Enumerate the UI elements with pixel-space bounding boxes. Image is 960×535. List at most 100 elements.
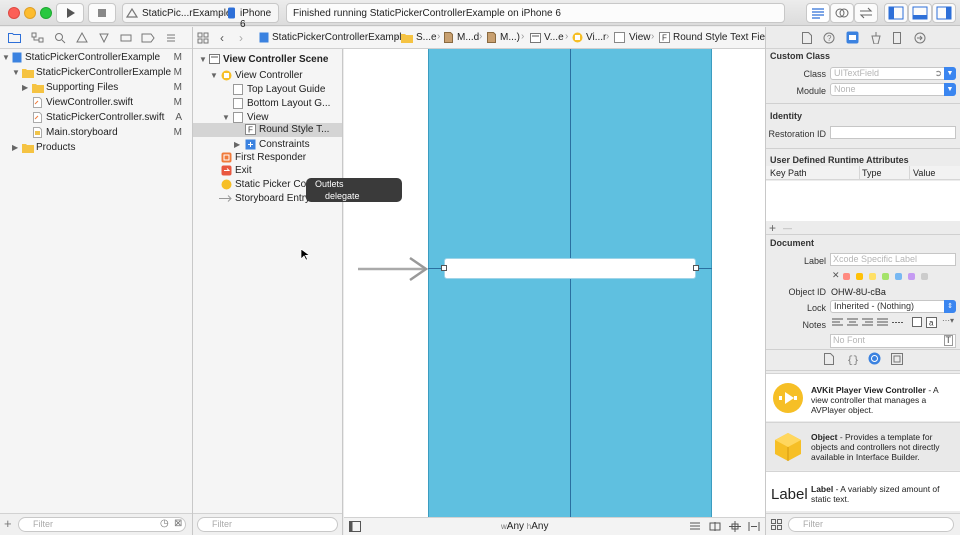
file-template-icon[interactable]: [824, 353, 834, 365]
jump-item-text-field[interactable]: Round Style Text Field: [673, 32, 765, 43]
outline-item-bottom-layout-guide[interactable]: Bottom Layout G...: [193, 96, 342, 111]
color-swatch-gray[interactable]: [921, 273, 928, 280]
color-swatch-orange[interactable]: [856, 273, 863, 280]
jump-item-base[interactable]: M...): [500, 32, 520, 43]
back-icon[interactable]: ‹: [220, 31, 224, 45]
toggle-utilities-button[interactable]: [932, 3, 956, 23]
text-style-icon[interactable]: a: [926, 317, 937, 328]
checkbox-icon[interactable]: [912, 317, 922, 327]
debug-navigator-icon[interactable]: [120, 32, 132, 44]
connections-inspector-icon[interactable]: [914, 32, 926, 44]
col-key-path[interactable]: Key Path: [770, 168, 807, 178]
jump-item-scene[interactable]: V...e: [544, 32, 564, 43]
toggle-outline-icon[interactable]: [349, 521, 361, 532]
find-navigator-icon[interactable]: [54, 32, 66, 44]
module-combo[interactable]: None ▼: [830, 83, 956, 96]
color-swatch-yellow[interactable]: [869, 273, 876, 280]
runtime-attributes-table[interactable]: [766, 181, 960, 221]
tree-item-main-storyboard[interactable]: Main.storyboard M: [0, 125, 192, 140]
pin-icon[interactable]: [729, 521, 741, 532]
outline-filter-field[interactable]: Filter: [197, 517, 338, 532]
add-attribute-button[interactable]: +: [769, 221, 776, 235]
align-right-icon[interactable]: [862, 318, 873, 327]
remove-attribute-button[interactable]: —: [783, 223, 792, 233]
size-class-control[interactable]: wAny hAny: [501, 521, 548, 532]
align-left-icon[interactable]: [832, 318, 843, 327]
scheme-selector[interactable]: StaticPic...rExample › iPhone 6: [122, 3, 279, 30]
related-items-icon[interactable]: [197, 32, 209, 44]
clear-color-icon[interactable]: ✕: [832, 270, 840, 281]
arrow-circle-icon[interactable]: ➲: [934, 68, 942, 79]
stop-button[interactable]: [88, 3, 116, 23]
document-label-field[interactable]: Xcode Specific Label: [830, 253, 956, 266]
modified-files-icon[interactable]: ⊠: [174, 518, 182, 529]
disclosure-closed-icon[interactable]: ▶: [22, 80, 28, 95]
color-swatch-red[interactable]: [843, 273, 850, 280]
tree-item-group[interactable]: ▼ StaticPickerControllerExample M: [0, 65, 192, 80]
storyboard-canvas[interactable]: [344, 49, 765, 517]
media-library-icon[interactable]: [891, 353, 903, 365]
recent-files-icon[interactable]: ◷: [160, 518, 169, 529]
connections-popup[interactable]: Outlets delegate: [306, 178, 402, 202]
round-style-text-field[interactable]: [444, 258, 696, 279]
outline-item-top-layout-guide[interactable]: Top Layout Guide: [193, 82, 342, 97]
toggle-navigator-button[interactable]: [884, 3, 908, 23]
resolve-issues-icon[interactable]: [748, 521, 760, 532]
code-snippet-icon[interactable]: {}: [846, 353, 858, 365]
standard-editor-button[interactable]: [806, 3, 830, 23]
disclosure-open-icon[interactable]: ▼: [199, 52, 207, 67]
chevron-down-icon[interactable]: ▼: [944, 67, 956, 80]
jump-item-storyboard[interactable]: M...d: [457, 32, 479, 43]
file-inspector-icon[interactable]: [802, 32, 812, 44]
tree-item-project[interactable]: ▼ StaticPickerControllerExample M: [0, 50, 192, 65]
align-icon[interactable]: [709, 521, 721, 532]
chevron-updown-icon[interactable]: ⇕: [944, 300, 956, 313]
issue-navigator-icon[interactable]: [76, 32, 88, 44]
align-center-icon[interactable]: [847, 318, 858, 327]
disclosure-open-icon[interactable]: ▼: [210, 68, 218, 83]
forward-icon[interactable]: ›: [239, 31, 243, 45]
more-options-icon[interactable]: ⋯▾: [942, 316, 954, 325]
version-editor-button[interactable]: [854, 3, 878, 23]
attributes-inspector-icon[interactable]: [870, 32, 882, 44]
jump-item-view[interactable]: View: [629, 32, 651, 43]
font-picker-icon[interactable]: T: [943, 335, 953, 346]
report-navigator-icon[interactable]: [165, 32, 177, 44]
breakpoint-navigator-icon[interactable]: [141, 32, 155, 44]
disclosure-closed-icon[interactable]: ▶: [12, 140, 18, 155]
disclosure-open-icon[interactable]: ▼: [12, 65, 20, 80]
grid-view-icon[interactable]: [771, 519, 782, 530]
zoom-window-button[interactable]: [40, 7, 52, 19]
library-filter-field[interactable]: Filter: [788, 517, 954, 532]
tree-item-staticpicker-swift[interactable]: StaticPickerController.swift A: [0, 110, 192, 125]
resize-handle-left[interactable]: [441, 265, 447, 271]
tree-item-products[interactable]: ▶ Products: [0, 140, 192, 155]
run-button[interactable]: [56, 3, 84, 23]
col-value[interactable]: Value: [913, 168, 935, 178]
object-library-icon[interactable]: [868, 352, 881, 365]
outline-scene[interactable]: ▼ View Controller Scene: [193, 52, 342, 67]
size-inspector-icon[interactable]: [893, 32, 901, 44]
folder-icon[interactable]: [8, 32, 21, 43]
add-icon[interactable]: +: [4, 516, 12, 531]
identity-inspector-icon[interactable]: [846, 31, 859, 44]
align-natural-icon[interactable]: [892, 318, 903, 327]
close-window-button[interactable]: [8, 7, 20, 19]
minimize-window-button[interactable]: [24, 7, 36, 19]
color-swatch-purple[interactable]: [908, 273, 915, 280]
jump-item-view-controller[interactable]: Vi...r: [586, 32, 606, 43]
class-combo[interactable]: UITextField ➲ ▼: [830, 67, 956, 80]
outlet-delegate[interactable]: delegate: [315, 191, 402, 202]
jump-item-group[interactable]: S...e: [416, 32, 437, 43]
toggle-debug-area-button[interactable]: [908, 3, 932, 23]
jump-item-project[interactable]: StaticPickerControllerExample: [272, 32, 407, 43]
stack-icon[interactable]: [689, 521, 701, 532]
assistant-editor-button[interactable]: [830, 3, 854, 23]
outline-item-view-controller[interactable]: ▼ View Controller: [193, 68, 342, 83]
notes-font-field[interactable]: No Font T: [830, 334, 956, 348]
resize-handle-right[interactable]: [693, 265, 699, 271]
tree-item-viewcontroller-swift[interactable]: ViewController.swift M: [0, 95, 192, 110]
restoration-id-field[interactable]: [830, 126, 956, 139]
library-item-object[interactable]: Object - Provides a template for objects…: [766, 422, 960, 470]
outline-item-text-field[interactable]: F Round Style T...: [193, 123, 342, 137]
